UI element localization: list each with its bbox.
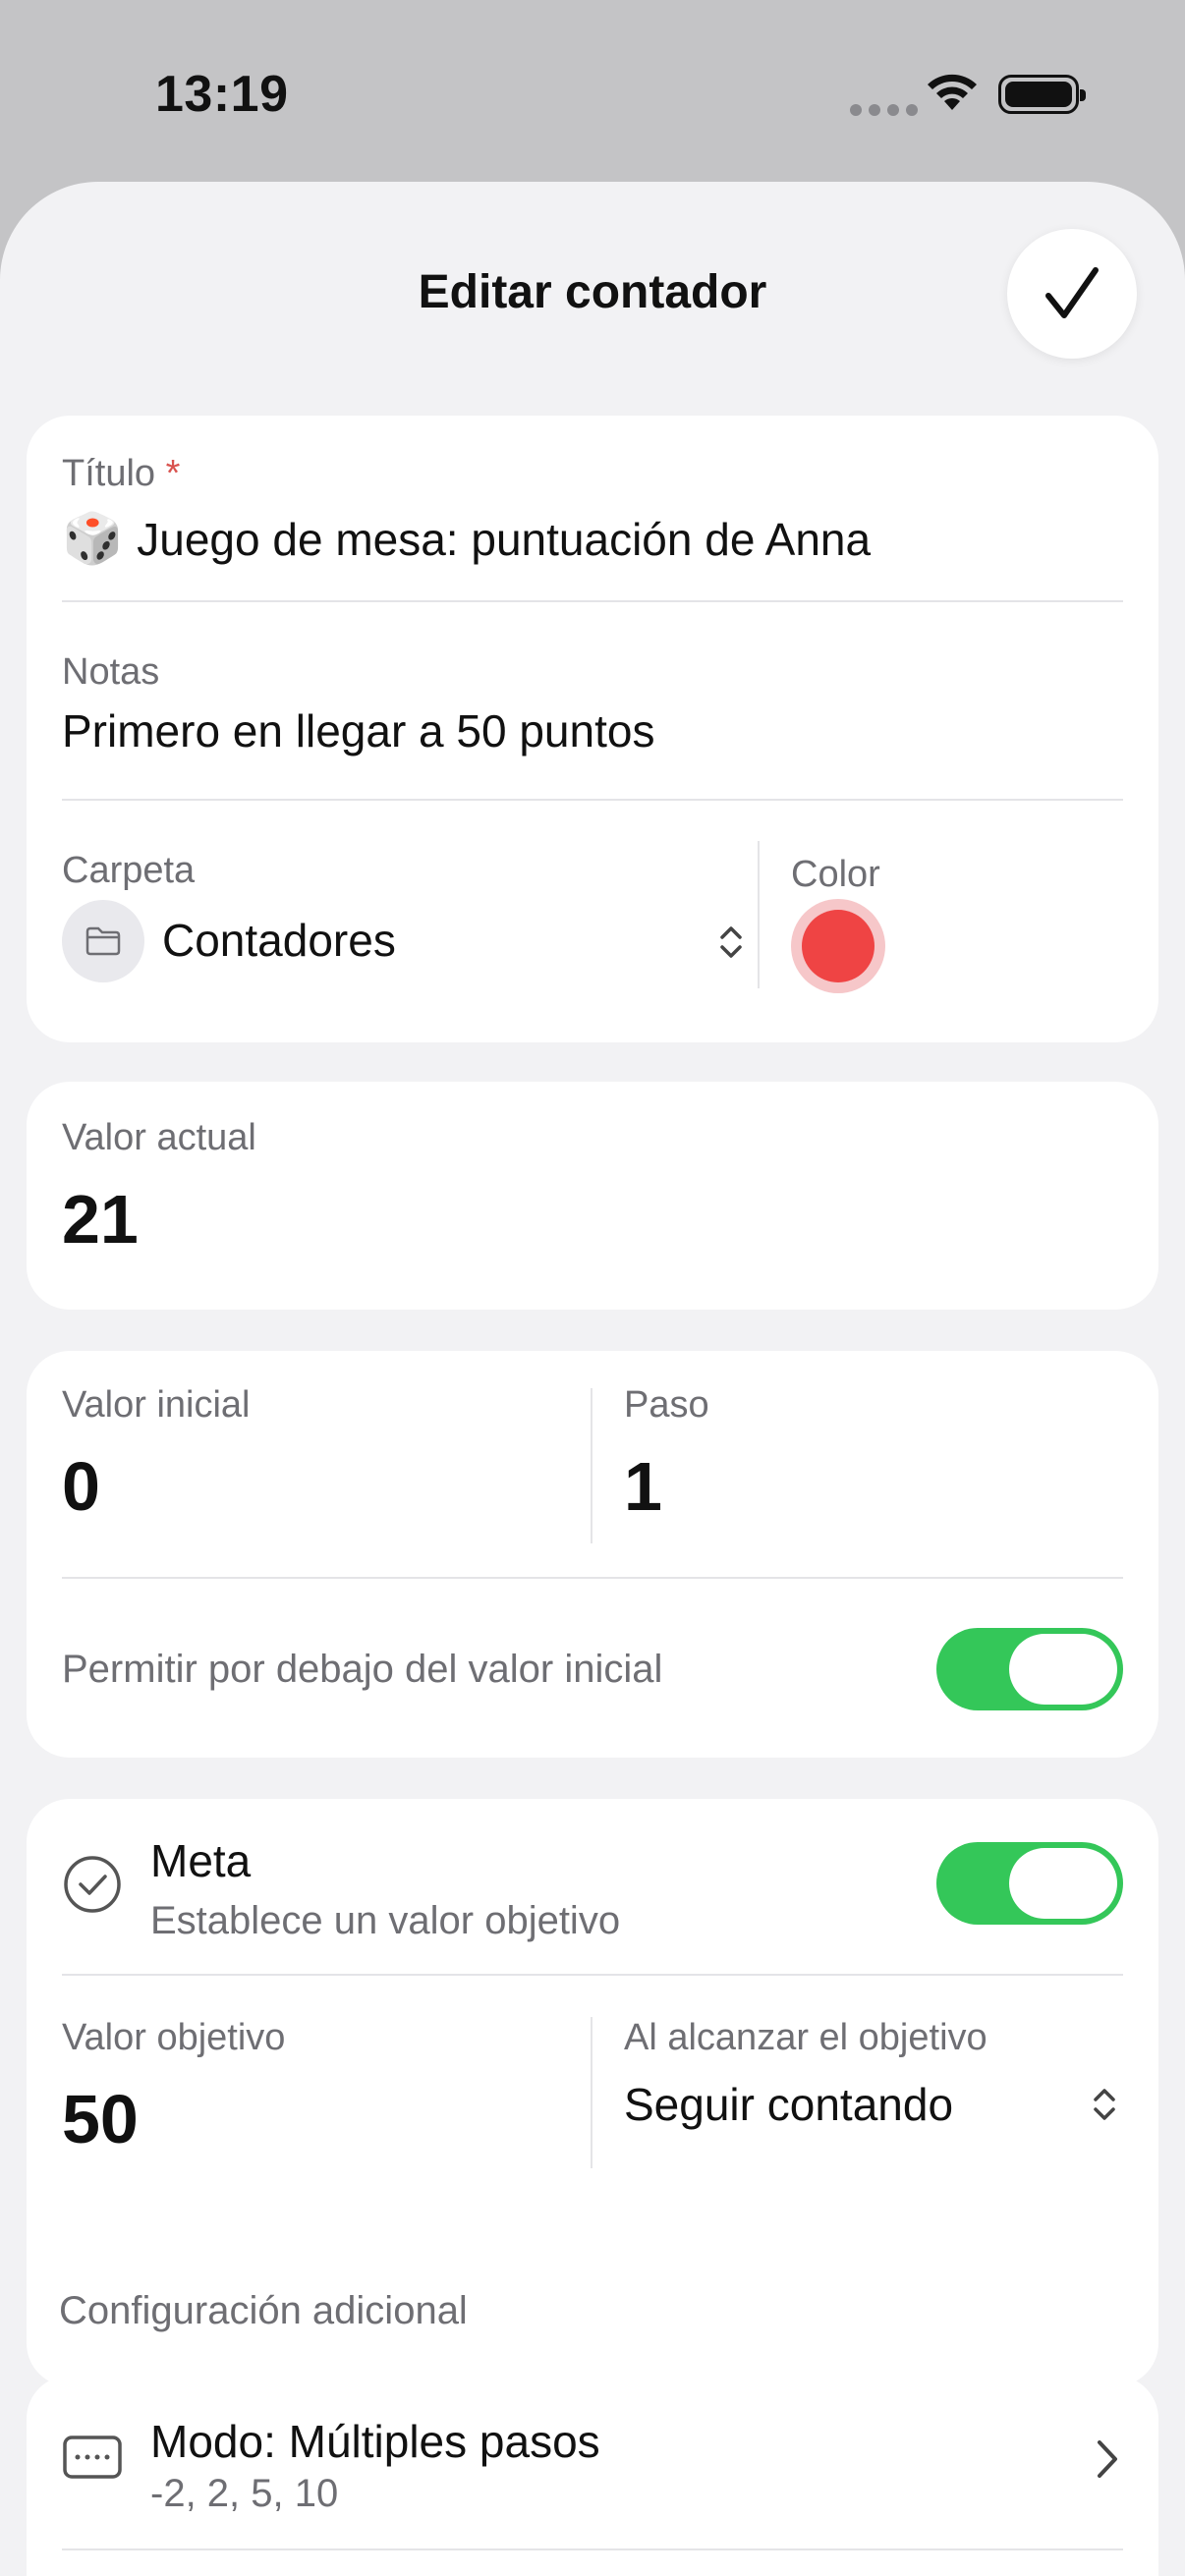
title-field[interactable]: 🎲 Juego de mesa: puntuación de Anna [62, 510, 871, 568]
divider [62, 600, 1123, 602]
notes-field[interactable]: Primero en llegar a 50 puntos [62, 704, 654, 757]
current-value-label: Valor actual [62, 1117, 256, 1158]
battery-icon [998, 75, 1086, 114]
allow-below-toggle[interactable] [936, 1628, 1123, 1710]
on-reach-picker[interactable]: Seguir contando [624, 2066, 1125, 2145]
color-swatch[interactable] [791, 899, 885, 993]
divider [591, 1388, 592, 1543]
goal-subtitle: Establece un valor objetivo [150, 1899, 621, 1942]
divider [591, 2017, 592, 2168]
notes-label: Notas [62, 651, 160, 693]
initial-value-label: Valor inicial [62, 1384, 251, 1426]
counter-params-card: Valor inicial 0 Paso 1 Permitir por deba… [27, 1351, 1158, 1758]
divider [758, 841, 760, 988]
wifi-icon [928, 74, 977, 110]
divider [62, 2548, 1123, 2550]
folder-picker[interactable]: Contadores [62, 900, 750, 982]
initial-value-field[interactable]: 0 [62, 1447, 100, 1526]
status-time: 13:19 [155, 66, 289, 123]
chevron-up-down-icon [720, 926, 742, 958]
target-value-field[interactable]: 50 [62, 2080, 139, 2158]
details-card: Título * 🎲 Juego de mesa: puntuación de … [27, 416, 1158, 1042]
checkmark-icon [1045, 267, 1099, 318]
mode-row[interactable]: Modo: Múltiples pasos -2, 2, 5, 10 [27, 2376, 1158, 2576]
current-value-field[interactable]: 21 [62, 1180, 139, 1259]
folder-label: Carpeta [62, 850, 196, 891]
mode-title: Modo: Múltiples pasos [150, 2416, 600, 2467]
dice-emoji-icon: 🎲 [62, 510, 124, 567]
cellular-signal-icon [850, 104, 918, 116]
color-swatch-fill [802, 910, 875, 982]
goal-title: Meta [150, 1835, 252, 1886]
allow-below-label: Permitir por debajo del valor inicial [62, 1648, 663, 1691]
folder-icon-circle [62, 900, 144, 982]
target-value-label: Valor objetivo [62, 2017, 286, 2058]
folder-icon [85, 926, 121, 956]
required-mark: * [165, 453, 181, 494]
divider [62, 1577, 1123, 1579]
divider [62, 1974, 1123, 1976]
divider [62, 799, 1123, 801]
status-bar: 13:19 [0, 0, 1185, 187]
title-label: Título * [62, 453, 181, 494]
chevron-up-down-icon [1094, 2089, 1115, 2120]
on-reach-label: Al alcanzar el objetivo [624, 2017, 988, 2058]
current-value-card: Valor actual 21 [27, 1082, 1158, 1310]
color-label: Color [791, 854, 880, 895]
step-field[interactable]: 1 [624, 1447, 662, 1526]
goal-toggle[interactable] [936, 1842, 1123, 1925]
edit-counter-sheet: Editar contador Título * 🎲 Juego de mesa… [0, 182, 1185, 2576]
extra-settings-header: Configuración adicional [59, 2289, 468, 2332]
folder-value: Contadores [162, 915, 396, 966]
on-reach-value: Seguir contando [624, 2079, 954, 2130]
chevron-right-icon [1098, 2440, 1117, 2478]
title-value: Juego de mesa: puntuación de Anna [137, 513, 872, 565]
step-label: Paso [624, 1384, 709, 1426]
keyboard-icon [63, 2436, 122, 2479]
mode-subtitle: -2, 2, 5, 10 [150, 2472, 339, 2515]
confirm-button[interactable] [1007, 229, 1137, 359]
checkmark-circle-icon [64, 1856, 121, 1913]
